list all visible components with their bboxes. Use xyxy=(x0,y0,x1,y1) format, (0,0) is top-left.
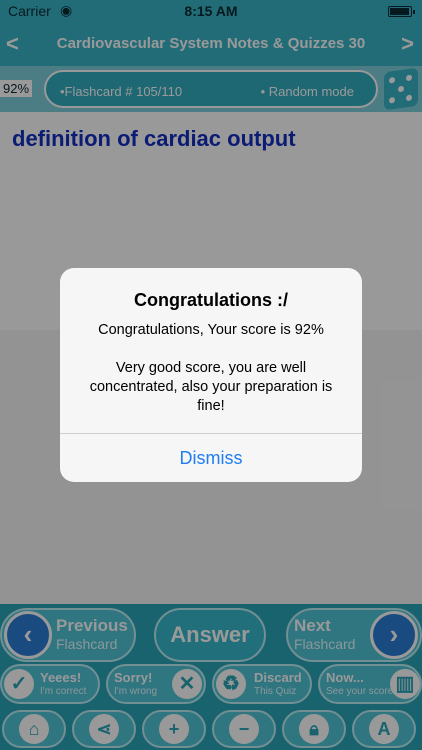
alert-message-score: Congratulations, Your score is 92% xyxy=(98,322,324,338)
alert-message-detail: Very good score, you are well concentrat… xyxy=(89,360,333,414)
alert-message: Congratulations, Your score is 92% Very … xyxy=(76,321,346,416)
dismiss-button[interactable]: Dismiss xyxy=(60,434,362,482)
alert-title: Congratulations :/ xyxy=(134,290,288,310)
score-alert-dialog: Congratulations :/ Congratulations, Your… xyxy=(60,268,362,482)
